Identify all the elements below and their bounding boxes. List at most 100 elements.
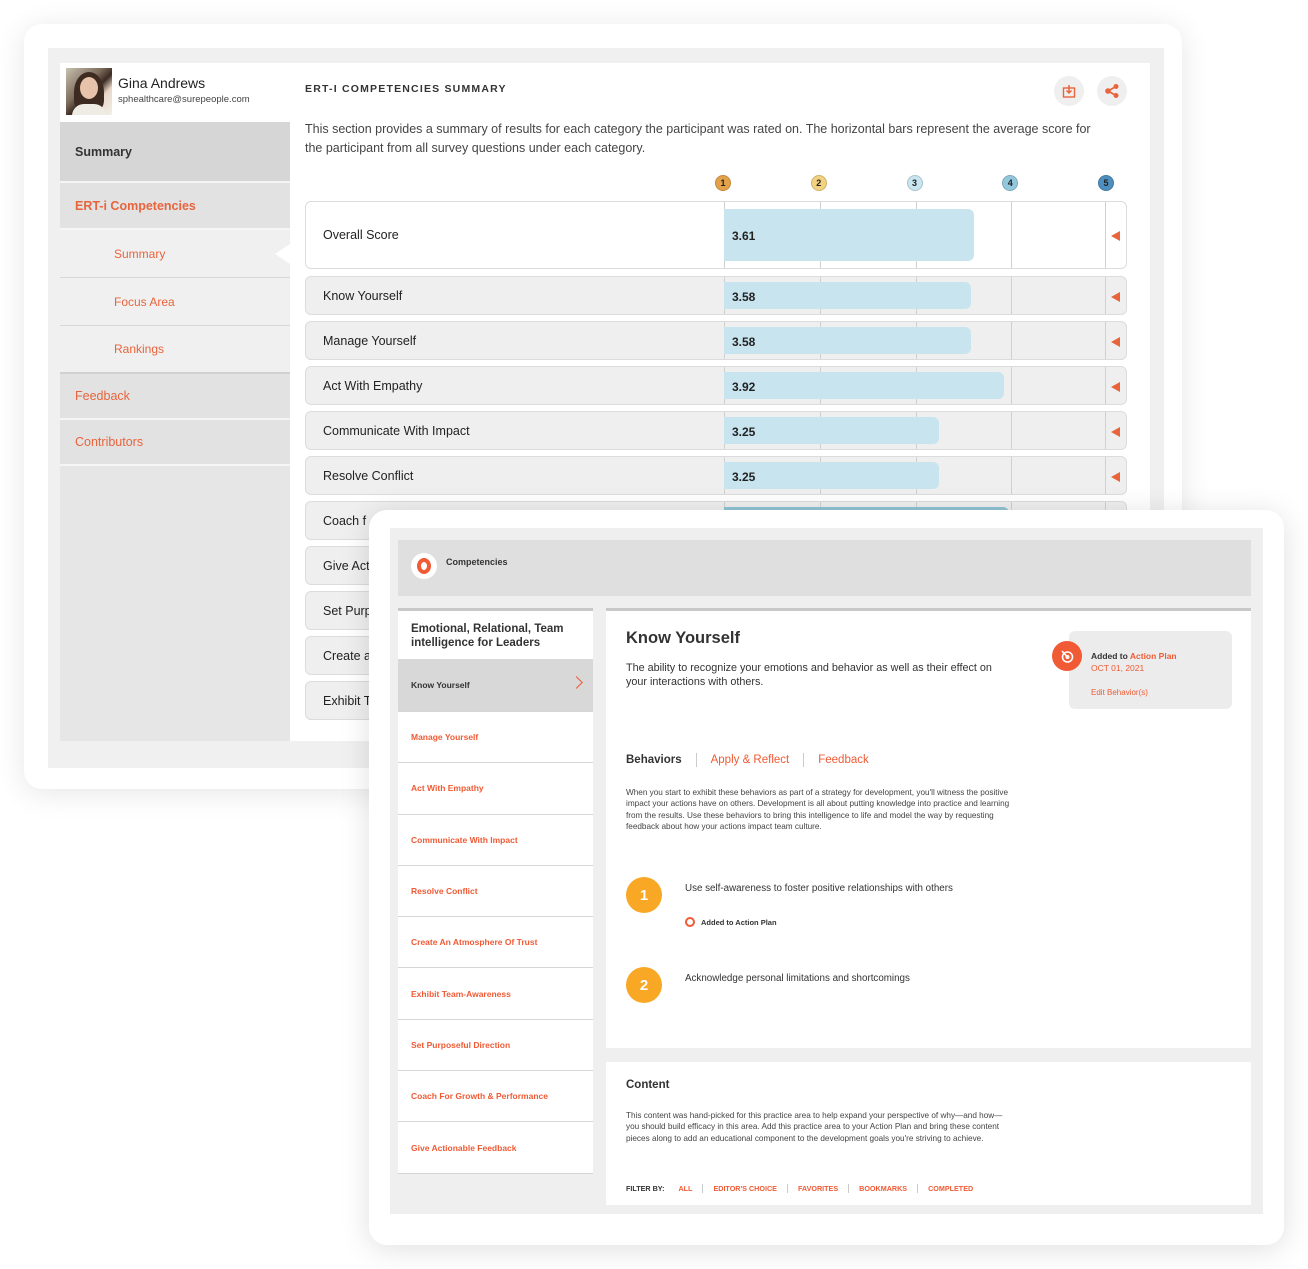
competency-list-item-label: Exhibit Team-Awareness <box>411 988 511 999</box>
content-panel: Content This content was hand-picked for… <box>606 1062 1251 1205</box>
tab-feedback[interactable]: Feedback <box>818 754 869 766</box>
row-plot: 3.25 <box>724 457 1107 494</box>
competency-list-item[interactable]: Coach For Growth & Performance <box>398 1071 593 1123</box>
profile-name: Gina Andrews <box>118 75 206 91</box>
behavior-added-badge: Added to Action Plan <box>685 917 777 927</box>
tab-divider <box>695 753 697 767</box>
competency-list-item-label: Act With Empathy <box>411 783 484 794</box>
score-bar: 3.25 <box>724 417 940 444</box>
share-button[interactable] <box>1097 76 1127 106</box>
sidebar-subitem-rankings[interactable]: Rankings <box>60 326 290 374</box>
row-plot: 3.58 <box>724 322 1107 359</box>
action-plan-target-icon <box>685 917 695 927</box>
expand-arrow-icon[interactable] <box>1111 336 1120 347</box>
competency-list: Emotional, Relational, Team intelligence… <box>398 608 593 1174</box>
competencies-frame: Competencies Emotional, Relational, Team… <box>390 528 1263 1214</box>
score-value: 3.92 <box>732 379 756 394</box>
sidebar-item-contributors[interactable]: Contributors <box>60 420 290 466</box>
expand-arrow-icon[interactable] <box>1111 231 1120 241</box>
scale-marker-4: 4 <box>1002 175 1019 191</box>
expand-arrow-icon[interactable] <box>1111 471 1120 482</box>
row-endline <box>1105 202 1106 268</box>
gridline <box>1011 457 1013 494</box>
competency-list-item[interactable]: Resolve Conflict <box>398 865 593 918</box>
expand-arrow-icon[interactable] <box>1111 381 1120 392</box>
scale-marker-1: 1 <box>715 175 731 191</box>
filter-divider <box>786 1184 788 1193</box>
sidebar-item-label: Rankings <box>114 342 165 356</box>
sidebar-subitem-focus-area[interactable]: Focus Area <box>60 278 290 326</box>
filter-option[interactable]: COMPLETED <box>928 1184 973 1193</box>
filter-divider <box>917 1184 919 1193</box>
sidebar-subitem-summary[interactable]: Summary <box>60 230 290 278</box>
sidebar-item-feedback[interactable]: Feedback <box>60 374 290 420</box>
share-icon <box>1105 84 1119 98</box>
competency-list-item[interactable]: Set Purposeful Direction <box>398 1019 593 1072</box>
detail-tabs: Behaviors Apply & Reflect Feedback <box>626 753 869 767</box>
sidebar: Summary ERT-i Competencies Summary Focus… <box>60 122 290 741</box>
chevron-right-icon <box>570 676 583 689</box>
competency-list-item[interactable]: Know Yourself <box>398 659 593 712</box>
sidebar-item-label: Feedback <box>75 389 130 403</box>
expand-arrow-icon[interactable] <box>1111 291 1120 302</box>
competency-list-item[interactable]: Give Actionable Feedback <box>398 1122 593 1174</box>
score-value: 3.58 <box>732 289 756 304</box>
content-title: Content <box>626 1079 670 1091</box>
row-label: Overall Score <box>323 228 399 242</box>
filter-option[interactable]: ALL <box>678 1184 692 1193</box>
gridline <box>1011 277 1013 314</box>
row-label: Coach f <box>323 513 367 528</box>
competency-title: Know Yourself <box>626 629 740 647</box>
row-plot: 3.58 <box>724 277 1107 314</box>
action-plan-target-icon <box>1052 641 1082 671</box>
behaviors-description: When you start to exhibit these behavior… <box>626 788 1010 831</box>
behavior-number: 1 <box>626 877 662 913</box>
tab-divider <box>803 753 805 767</box>
download-button[interactable] <box>1054 76 1084 106</box>
page-title: ERT-I COMPETENCIES SUMMARY <box>305 83 507 95</box>
competency-list-item[interactable]: Act With Empathy <box>398 763 593 815</box>
content-filter-bar: FILTER BY: ALL EDITOR'S CHOICE FAVORITES BO… <box>626 1184 973 1193</box>
section-description: This section provides a summary of resul… <box>305 122 1091 155</box>
competencies-title: Competencies <box>446 557 508 567</box>
edit-behaviors-link[interactable]: Edit Behavior(s) <box>1091 688 1148 697</box>
tab-behaviors[interactable]: Behaviors <box>626 754 682 766</box>
competency-detail: Know Yourself The ability to recognize y… <box>606 608 1251 1048</box>
competency-list-item[interactable]: Create An Atmosphere Of Trust <box>398 917 593 969</box>
content-description: This content was hand-picked for this pr… <box>626 1111 1003 1143</box>
action-plan-status: Added to Action Plan <box>1091 651 1177 661</box>
scale-marker-3: 3 <box>906 175 923 191</box>
competency-list-item[interactable]: Exhibit Team-Awareness <box>398 968 593 1020</box>
action-plan-prefix: Added to <box>1091 651 1130 661</box>
profile-email: sphealthcare@surepeople.com <box>118 94 250 105</box>
expand-arrow-icon[interactable] <box>1111 426 1120 437</box>
score-value: 3.25 <box>732 469 756 484</box>
competency-row: Know Yourself 3.58 <box>305 276 1127 315</box>
competency-list-item-label: Know Yourself <box>411 680 470 690</box>
competency-row: Communicate With Impact 3.25 <box>305 411 1127 450</box>
row-label: Resolve Conflict <box>323 468 414 483</box>
avatar <box>66 68 112 115</box>
tab-apply-reflect[interactable]: Apply & Reflect <box>711 754 790 766</box>
scale-marker-2: 2 <box>810 175 827 191</box>
competency-row: Manage Yourself 3.58 <box>305 321 1127 360</box>
overall-score-row: Overall Score 3.61 <box>305 201 1127 269</box>
behavior-number: 2 <box>626 967 662 1003</box>
sidebar-item-summary[interactable]: Summary <box>60 122 290 183</box>
row-label: Manage Yourself <box>323 333 417 348</box>
sidebar-item-ert-i-competencies[interactable]: ERT-i Competencies <box>60 183 290 230</box>
sidebar-item-label: Contributors <box>75 435 144 449</box>
filter-option[interactable]: FAVORITES <box>798 1184 838 1193</box>
competency-row: Resolve Conflict 3.25 <box>305 456 1127 495</box>
row-endline <box>1105 277 1106 314</box>
row-label: Create a <box>323 648 371 663</box>
row-endline <box>1105 322 1106 359</box>
filter-option[interactable]: BOOKMARKS <box>859 1184 907 1193</box>
competency-list-item[interactable]: Communicate With Impact <box>398 814 593 866</box>
row-label: Exhibit T <box>323 693 372 708</box>
competency-list-item[interactable]: Manage Yourself <box>398 712 593 764</box>
action-plan-link[interactable]: Action Plan <box>1130 651 1177 661</box>
filter-divider <box>702 1184 704 1193</box>
behavior-text: Acknowledge personal limitations and sho… <box>685 973 910 984</box>
filter-option[interactable]: EDITOR'S CHOICE <box>713 1184 776 1193</box>
